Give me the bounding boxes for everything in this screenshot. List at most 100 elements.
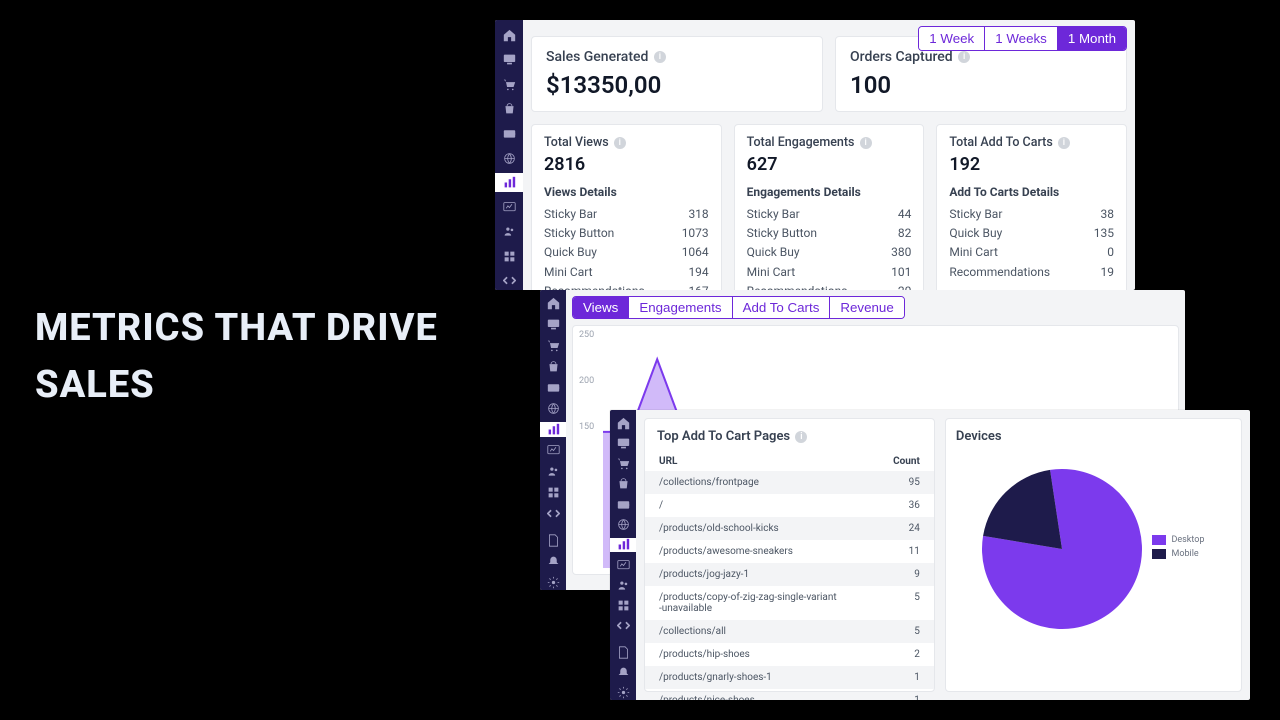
subheading: Add To Carts Details (949, 185, 1114, 199)
detail-row: Quick Buy135 (949, 224, 1114, 243)
users-icon[interactable] (540, 464, 566, 479)
total-views-card: Total Views i 2816 Views Details Sticky Bar… (531, 124, 722, 290)
display-icon[interactable] (495, 198, 523, 217)
sidebar (610, 410, 636, 700)
globe-icon[interactable] (495, 149, 523, 168)
time-range-1-weeks[interactable]: 1 Weeks (985, 27, 1058, 50)
globe-icon[interactable] (610, 517, 636, 531)
info-icon[interactable]: i (958, 51, 970, 63)
table-row: /collections/frontpage95 (645, 471, 934, 494)
table-row: /products/copy-of-zig-zag-single-variant… (645, 586, 934, 620)
grid-icon[interactable] (540, 485, 566, 500)
table-row: /collections/all5 (645, 620, 934, 643)
table-row: /products/hip-shoes2 (645, 643, 934, 666)
table-row: /36 (645, 494, 934, 517)
time-range-1-month[interactable]: 1 Month (1058, 27, 1126, 50)
legend-item: Mobile (1152, 549, 1204, 559)
cart-icon[interactable] (540, 338, 566, 353)
detail-row: Recommendations167 (544, 282, 709, 290)
info-icon[interactable]: i (860, 137, 872, 149)
home-icon[interactable] (610, 416, 636, 430)
ytick: 250 (579, 330, 594, 340)
tab-add-to-carts[interactable]: Add To Carts (733, 297, 831, 318)
bar-chart-icon[interactable] (610, 538, 636, 552)
time-range-1-week[interactable]: 1 Week (919, 27, 985, 50)
bar-chart-icon[interactable] (540, 422, 566, 437)
detail-row: Recommendations19 (949, 263, 1114, 282)
total-atc-card: Total Add To Carts i192Add To Carts Deta… (936, 124, 1127, 290)
info-icon[interactable]: i (1058, 137, 1070, 149)
value: 100 (850, 71, 1112, 99)
col-url: URL (659, 456, 677, 467)
subheading: Views Details (544, 185, 709, 199)
table-row: /products/awesome-sneakers11 (645, 540, 934, 563)
home-icon[interactable] (495, 26, 523, 45)
tab-revenue[interactable]: Revenue (830, 297, 903, 318)
detail-row: Sticky Bar318 (544, 205, 709, 224)
doc-icon[interactable] (610, 645, 636, 659)
dashboard-screenshot-1: 1 Week1 Weeks1 Month Sales Generated i $… (495, 20, 1135, 290)
wallet-icon[interactable] (495, 124, 523, 143)
info-icon[interactable]: i (654, 51, 666, 63)
detail-row: Mini Cart0 (949, 243, 1114, 262)
users-icon[interactable] (495, 222, 523, 241)
chart-metric-tabs: ViewsEngagementsAdd To CartsRevenue (572, 296, 905, 319)
table-row: /products/old-school-kicks24 (645, 517, 934, 540)
home-icon[interactable] (540, 296, 566, 311)
users-icon[interactable] (610, 578, 636, 592)
info-icon[interactable]: i (795, 431, 807, 443)
detail-row: Mini Cart194 (544, 263, 709, 282)
detail-row: Sticky Bar44 (747, 205, 912, 224)
detail-row: Sticky Bar38 (949, 205, 1114, 224)
monitor-icon[interactable] (495, 51, 523, 70)
monitor-icon[interactable] (610, 436, 636, 450)
bell-icon[interactable] (540, 554, 566, 569)
grid-icon[interactable] (495, 247, 523, 266)
label: Sales Generated (546, 49, 648, 65)
dashboard-screenshot-3: Top Add To Cart Pages i URL Count /colle… (610, 410, 1250, 700)
bar-chart-icon[interactable] (495, 173, 523, 192)
value: 2816 (544, 154, 709, 175)
legend: Desktop Mobile (1152, 535, 1204, 563)
display-icon[interactable] (540, 443, 566, 458)
cart-icon[interactable] (610, 457, 636, 471)
ytick: 150 (579, 422, 594, 432)
bag-icon[interactable] (495, 100, 523, 119)
sales-generated-card: Sales Generated i $13350,00 (531, 36, 823, 112)
detail-row: Sticky Button82 (747, 224, 912, 243)
display-icon[interactable] (610, 558, 636, 572)
time-range-toggle: 1 Week1 Weeks1 Month (918, 26, 1127, 51)
bag-icon[interactable] (540, 359, 566, 374)
code-icon[interactable] (540, 506, 566, 521)
tab-views[interactable]: Views (573, 297, 629, 318)
code-icon[interactable] (495, 271, 523, 290)
monitor-icon[interactable] (540, 317, 566, 332)
code-icon[interactable] (610, 619, 636, 633)
marketing-headline: METRICS THAT DRIVE SALES (35, 300, 465, 414)
grid-icon[interactable] (610, 599, 636, 613)
wallet-icon[interactable] (610, 497, 636, 511)
total-engagements-card: Total Engagements i627Engagements Detail… (734, 124, 925, 290)
devices-card: Devices DesktopMobile (945, 418, 1242, 692)
cart-icon[interactable] (495, 75, 523, 94)
bag-icon[interactable] (610, 477, 636, 491)
settings-icon[interactable] (610, 686, 636, 700)
table-row: /products/nice-shoes1 (645, 689, 934, 700)
doc-icon[interactable] (540, 533, 566, 548)
legend-item: Desktop (1152, 535, 1204, 545)
value: 627 (747, 154, 912, 175)
col-count: Count (893, 456, 920, 467)
pie-chart (982, 469, 1142, 629)
wallet-icon[interactable] (540, 380, 566, 395)
globe-icon[interactable] (540, 401, 566, 416)
info-icon[interactable]: i (614, 137, 626, 149)
tab-engagements[interactable]: Engagements (629, 297, 732, 318)
table-row: /products/jog-jazy-19 (645, 563, 934, 586)
value: $13350,00 (546, 71, 808, 99)
card-title: Top Add To Cart Pages (657, 429, 790, 444)
bell-icon[interactable] (610, 665, 636, 679)
settings-icon[interactable] (540, 575, 566, 590)
table-row: /products/gnarly-shoes-11 (645, 666, 934, 689)
detail-row: Mini Cart101 (747, 263, 912, 282)
label: Total Views (544, 135, 609, 150)
